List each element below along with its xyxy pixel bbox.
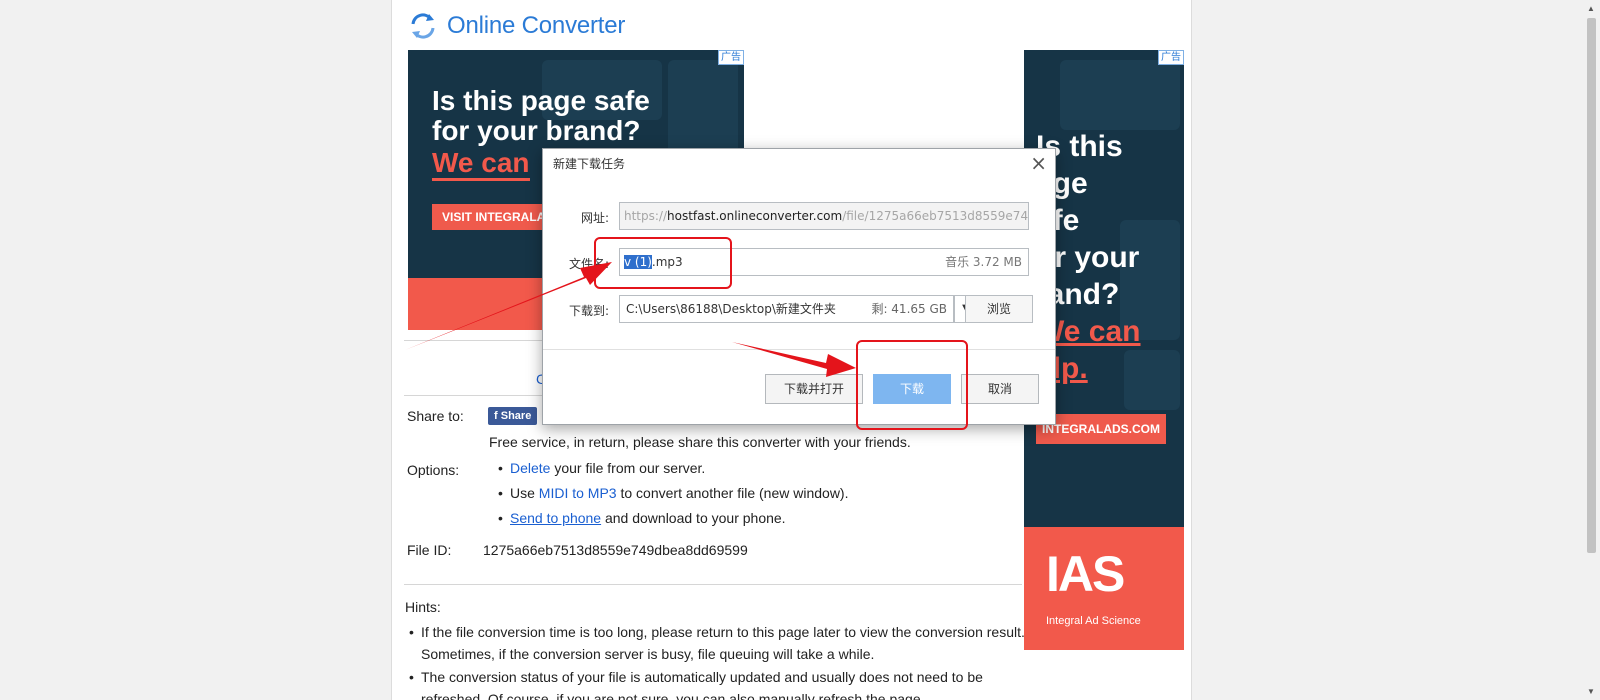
annotation-arrows	[405, 262, 856, 377]
annotation-arrow-download	[732, 342, 856, 377]
annotation-arrow-filename	[405, 262, 612, 350]
